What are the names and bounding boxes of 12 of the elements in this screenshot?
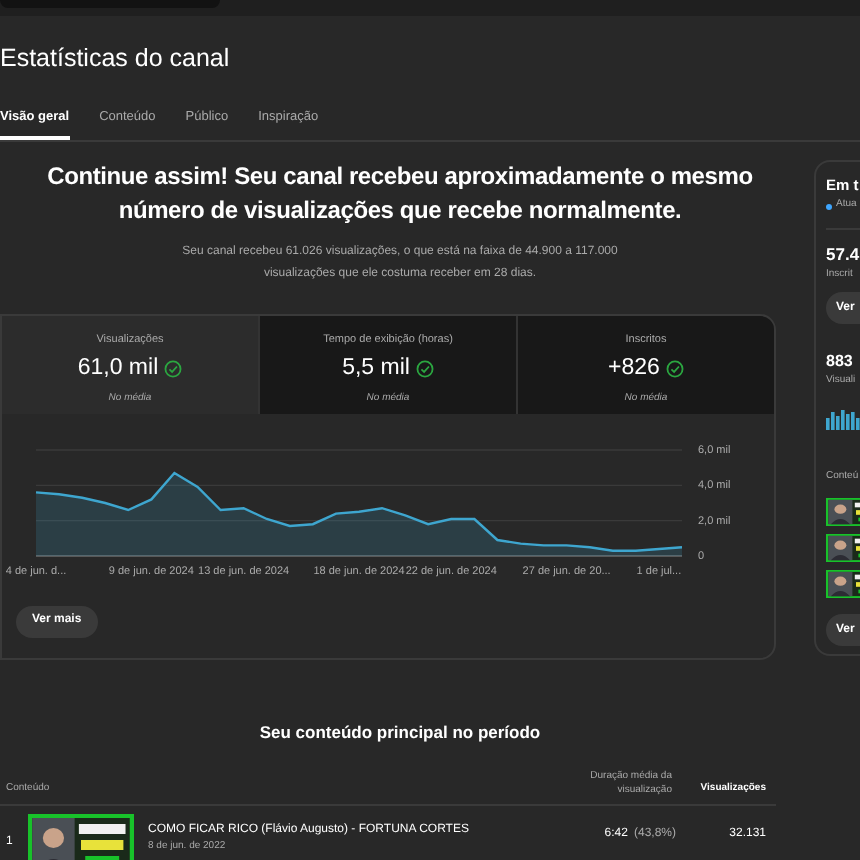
check-circle-icon <box>415 360 434 379</box>
metric-value: 61,0 mil <box>77 354 159 384</box>
headline: Continue assim! Seu canal recebeu aproximadamente o mesmo número de visualizações que recebe normalmente. <box>45 159 755 228</box>
check-circle-icon <box>665 360 684 379</box>
page-title: Estatísticas do canal <box>0 42 232 74</box>
metric-value: +826 <box>608 354 660 384</box>
check-circle-icon <box>164 360 183 379</box>
bar-chart-drawing <box>826 405 860 429</box>
views-count: 883 <box>826 350 855 374</box>
metric-value: 5,5 mil <box>342 354 410 384</box>
subscriber-count: 57.4 <box>826 241 860 267</box>
section-title: Seu conteúdo principal no período <box>257 719 543 745</box>
